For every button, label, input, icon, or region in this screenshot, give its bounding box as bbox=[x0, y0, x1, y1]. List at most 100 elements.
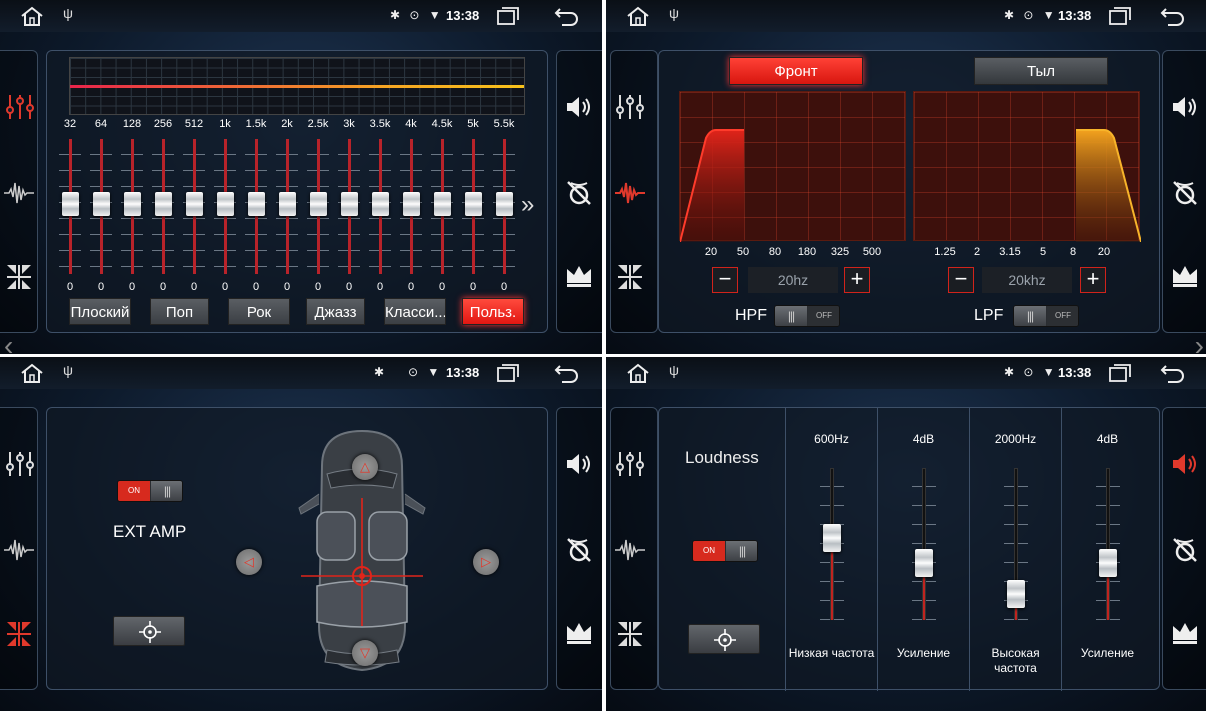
status-bar: ψ ✱ ⊙ ▼ 13:38 bbox=[606, 0, 1206, 32]
high-gain-slider[interactable] bbox=[1099, 548, 1117, 577]
tab-front[interactable]: Фронт bbox=[729, 57, 863, 85]
preset-button[interactable]: Плоский bbox=[69, 298, 131, 325]
preset-button[interactable]: Поп bbox=[150, 298, 209, 325]
speaker-icon[interactable] bbox=[1171, 95, 1199, 119]
status-bar: ψ ✱ ⊙ ▼ 13:38 bbox=[0, 357, 602, 389]
balance-panel: ON ||| EXT AMP △ ▽ ◁ ▷ bbox=[46, 407, 548, 690]
low-freq-slider[interactable] bbox=[823, 523, 841, 552]
waveform-icon[interactable] bbox=[613, 534, 647, 566]
left-sidebar bbox=[610, 407, 658, 690]
next-page-arrow[interactable]: › bbox=[1195, 330, 1204, 354]
equalizer-icon[interactable] bbox=[615, 450, 645, 478]
fade-rear-button[interactable]: ▽ bbox=[352, 640, 378, 666]
eq-slider-64[interactable] bbox=[93, 192, 110, 216]
waveform-icon[interactable] bbox=[3, 177, 35, 209]
lpf-toggle[interactable]: ||| OFF bbox=[1013, 305, 1079, 327]
clock: 13:38 bbox=[446, 365, 480, 380]
high-freq-slider[interactable] bbox=[1007, 579, 1025, 608]
eq-slider-5.5k[interactable] bbox=[496, 192, 513, 216]
eq-value-label: 0 bbox=[407, 281, 415, 293]
home-icon[interactable] bbox=[626, 363, 650, 383]
eq-slider-4.5k[interactable] bbox=[434, 192, 451, 216]
home-icon[interactable] bbox=[626, 6, 650, 26]
eq-slider-32[interactable] bbox=[62, 192, 79, 216]
left-sidebar bbox=[0, 407, 38, 690]
equalizer-icon[interactable] bbox=[5, 450, 35, 478]
eq-slider-4k[interactable] bbox=[403, 192, 420, 216]
mute-bass-icon[interactable] bbox=[565, 179, 593, 207]
eq-slider-128[interactable] bbox=[124, 192, 141, 216]
home-icon[interactable] bbox=[20, 6, 44, 26]
eq-slider-3.5k[interactable] bbox=[372, 192, 389, 216]
eq-value-label: 0 bbox=[221, 281, 229, 293]
lpf-minus-button[interactable]: − bbox=[948, 267, 974, 293]
eq-slider-3k[interactable] bbox=[341, 192, 358, 216]
lpf-value: 20khz bbox=[982, 267, 1072, 293]
fade-front-button[interactable]: △ bbox=[352, 454, 378, 480]
more-bands-button[interactable]: » bbox=[521, 191, 534, 219]
eq-slider-512[interactable] bbox=[186, 192, 203, 216]
eq-freq-label: 256 bbox=[153, 118, 173, 130]
preset-button[interactable]: Джазз bbox=[306, 298, 365, 325]
recent-apps-icon[interactable] bbox=[497, 7, 519, 25]
back-icon[interactable] bbox=[554, 5, 580, 27]
mute-bass-icon[interactable] bbox=[1171, 536, 1199, 564]
back-icon[interactable] bbox=[1160, 5, 1186, 27]
back-icon[interactable] bbox=[1160, 362, 1186, 384]
crown-icon[interactable] bbox=[565, 263, 593, 287]
speaker-icon[interactable] bbox=[565, 95, 593, 119]
recent-apps-icon[interactable] bbox=[497, 364, 519, 382]
low-gain-slider[interactable] bbox=[915, 548, 933, 577]
freq-tick-label: 500 bbox=[862, 246, 882, 258]
preset-button[interactable]: Рок bbox=[228, 298, 290, 325]
loudness-toggle[interactable]: ON ||| bbox=[692, 540, 758, 562]
home-icon[interactable] bbox=[20, 363, 44, 383]
ext-amp-toggle[interactable]: ON ||| bbox=[117, 480, 183, 502]
hpf-toggle[interactable]: ||| OFF bbox=[774, 305, 840, 327]
balance-right-button[interactable]: ▷ bbox=[473, 549, 499, 575]
mute-bass-icon[interactable] bbox=[1171, 179, 1199, 207]
mute-bass-icon[interactable] bbox=[565, 536, 593, 564]
crown-icon[interactable] bbox=[1171, 263, 1199, 287]
low-gain-value: 4dB bbox=[912, 432, 935, 446]
eq-slider-1.5k[interactable] bbox=[248, 192, 265, 216]
bluetooth-location-wifi-icons: ✱ ⊙ ▼ bbox=[1004, 365, 1058, 379]
recent-apps-icon[interactable] bbox=[1109, 364, 1131, 382]
back-icon[interactable] bbox=[554, 362, 580, 384]
low-freq-value: 600Hz bbox=[814, 432, 849, 446]
speaker-icon[interactable] bbox=[565, 452, 593, 476]
lpf-plus-button[interactable]: + bbox=[1080, 267, 1106, 293]
crown-icon[interactable] bbox=[565, 620, 593, 644]
balance-icon[interactable] bbox=[616, 620, 644, 648]
balance-icon[interactable] bbox=[5, 620, 33, 648]
eq-freq-label: 1.5k bbox=[245, 118, 267, 130]
balance-icon[interactable] bbox=[616, 263, 644, 291]
loudness-screen: ψ ✱ ⊙ ▼ 13:38 Loudness ON ||| 600Hz Низк… bbox=[606, 357, 1206, 711]
equalizer-icon[interactable] bbox=[5, 93, 35, 121]
preset-button[interactable]: Польз. bbox=[462, 298, 524, 325]
reset-loudness-button[interactable] bbox=[688, 624, 760, 654]
eq-slider-5k[interactable] bbox=[465, 192, 482, 216]
recent-apps-icon[interactable] bbox=[1109, 7, 1131, 25]
eq-slider-1k[interactable] bbox=[217, 192, 234, 216]
waveform-icon[interactable] bbox=[3, 534, 35, 566]
balance-icon[interactable] bbox=[5, 263, 33, 291]
tab-rear[interactable]: Тыл bbox=[974, 57, 1108, 85]
crown-icon[interactable] bbox=[1171, 620, 1199, 644]
eq-slider-2.5k[interactable] bbox=[310, 192, 327, 216]
eq-slider-2k[interactable] bbox=[279, 192, 296, 216]
low-freq-label: Низкая частота bbox=[788, 646, 875, 660]
loudness-title: Loudness bbox=[685, 448, 759, 467]
balance-left-button[interactable]: ◁ bbox=[236, 549, 262, 575]
equalizer-icon[interactable] bbox=[615, 93, 645, 121]
prev-page-arrow[interactable]: ‹ bbox=[4, 330, 13, 354]
reset-balance-button[interactable] bbox=[113, 616, 185, 646]
hpf-plus-button[interactable]: + bbox=[844, 267, 870, 293]
hpf-minus-button[interactable]: − bbox=[712, 267, 738, 293]
preset-button[interactable]: Класси... bbox=[384, 298, 446, 325]
eq-freq-label: 128 bbox=[122, 118, 142, 130]
speaker-icon[interactable] bbox=[1171, 452, 1199, 476]
eq-slider-256[interactable] bbox=[155, 192, 172, 216]
waveform-icon[interactable] bbox=[613, 177, 647, 209]
eq-value-label: 0 bbox=[252, 281, 260, 293]
